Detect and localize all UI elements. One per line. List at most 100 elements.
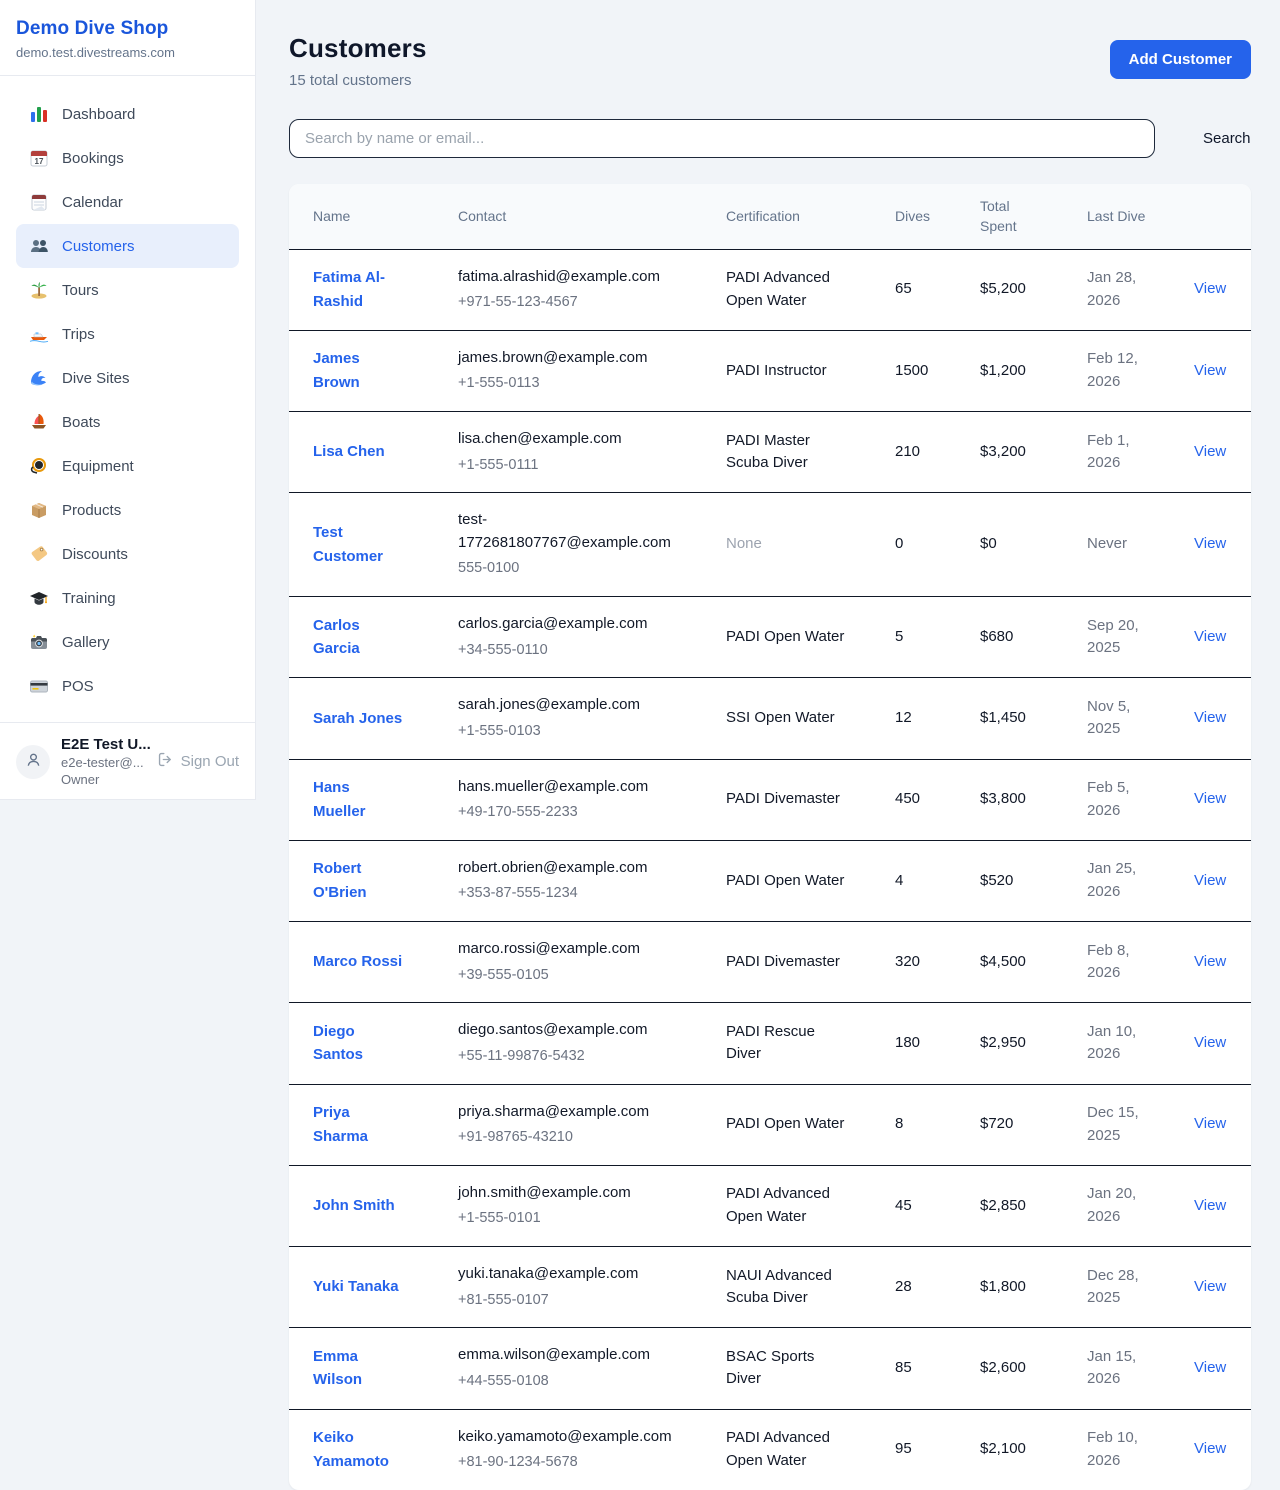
view-link[interactable]: View	[1194, 953, 1226, 970]
sidebar-item-label: Dashboard	[62, 106, 135, 123]
customer-phone: 555-0100	[458, 558, 686, 580]
customer-name-link[interactable]: John Smith	[313, 1197, 395, 1214]
view-link[interactable]: View	[1194, 1359, 1226, 1376]
table-row: Fatima Al-Rashid fatima.alrashid@example…	[289, 249, 1251, 330]
customer-name-link[interactable]: Robert O'Brien	[313, 860, 367, 901]
table-header-row: NameContactCertificationDivesTotal Spent…	[289, 184, 1251, 249]
sidebar-nav: Dashboard 17 Bookings Calendar Customers…	[0, 76, 255, 722]
view-link[interactable]: View	[1194, 1278, 1226, 1295]
sidebar-item-training[interactable]: Training	[16, 576, 239, 620]
sidebar-item-boats[interactable]: Boats	[16, 400, 239, 444]
products-icon	[29, 500, 49, 520]
sidebar-item-label: Tours	[62, 282, 99, 299]
column-header-certification: Certification	[726, 184, 895, 249]
view-link[interactable]: View	[1194, 709, 1226, 726]
table-row: Hans Mueller hans.mueller@example.com +4…	[289, 759, 1251, 840]
customer-name-link[interactable]: Lisa Chen	[313, 443, 385, 460]
table-row: Sarah Jones sarah.jones@example.com +1-5…	[289, 678, 1251, 759]
customer-last-dive: Feb 5, 2026	[1087, 759, 1194, 840]
sidebar-item-customers[interactable]: Customers	[16, 224, 239, 268]
sidebar-item-label: Dive Sites	[62, 370, 130, 387]
customer-name-link[interactable]: Sarah Jones	[313, 710, 402, 727]
add-customer-button[interactable]: Add Customer	[1110, 40, 1251, 79]
column-header-total-spent: Total Spent	[980, 184, 1087, 249]
dashboard-icon	[29, 104, 49, 124]
customer-total-spent: $680	[980, 597, 1087, 678]
customer-last-dive: Jan 25, 2026	[1087, 840, 1194, 921]
sidebar-item-label: Training	[62, 590, 116, 607]
column-header-name: Name	[289, 184, 458, 249]
sidebar-item-products[interactable]: Products	[16, 488, 239, 532]
customer-name-link[interactable]: Yuki Tanaka	[313, 1278, 399, 1295]
customer-name-link[interactable]: Priya Sharma	[313, 1104, 368, 1145]
view-link[interactable]: View	[1194, 872, 1226, 889]
customer-name-link[interactable]: Carlos Garcia	[313, 617, 360, 658]
customer-name-link[interactable]: Emma Wilson	[313, 1348, 362, 1389]
customer-name-link[interactable]: Test Customer	[313, 524, 383, 565]
view-link[interactable]: View	[1194, 362, 1226, 379]
sidebar-item-label: Trips	[62, 326, 95, 343]
customer-name-link[interactable]: Diego Santos	[313, 1023, 363, 1064]
customers-icon	[29, 236, 49, 256]
customer-dives: 45	[895, 1165, 980, 1246]
customer-phone: +34-555-0110	[458, 640, 686, 662]
view-link[interactable]: View	[1194, 535, 1226, 552]
customer-last-dive: Feb 8, 2026	[1087, 922, 1194, 1003]
sidebar-item-bookings[interactable]: 17 Bookings	[16, 136, 239, 180]
customer-email: james.brown@example.com	[458, 347, 686, 370]
view-link[interactable]: View	[1194, 1034, 1226, 1051]
customer-certification: PADI Open Water	[726, 840, 895, 921]
sign-out-button[interactable]: Sign Out	[157, 751, 239, 772]
sidebar-item-pos[interactable]: POS	[16, 664, 239, 708]
calendar-icon	[29, 192, 49, 212]
customer-dives: 12	[895, 678, 980, 759]
customer-name-link[interactable]: Fatima Al-Rashid	[313, 269, 385, 310]
customer-total-spent: $3,200	[980, 412, 1087, 493]
customer-total-spent: $1,450	[980, 678, 1087, 759]
customer-email: robert.obrien@example.com	[458, 857, 686, 880]
customer-email: emma.wilson@example.com	[458, 1344, 686, 1367]
customer-email: sarah.jones@example.com	[458, 694, 686, 717]
sidebar-item-label: Discounts	[62, 546, 128, 563]
user-email: e2e-tester@...	[61, 755, 151, 770]
customer-phone: +39-555-0105	[458, 965, 686, 987]
sidebar-item-calendar[interactable]: Calendar	[16, 180, 239, 224]
sidebar-item-dashboard[interactable]: Dashboard	[16, 92, 239, 136]
view-link[interactable]: View	[1194, 1440, 1226, 1457]
app-domain: demo.test.divestreams.com	[16, 45, 239, 60]
customer-email: lisa.chen@example.com	[458, 428, 686, 451]
customer-email: diego.santos@example.com	[458, 1019, 686, 1042]
customer-name-link[interactable]: Marco Rossi	[313, 953, 402, 970]
view-link[interactable]: View	[1194, 280, 1226, 297]
sidebar-item-trips[interactable]: Trips	[16, 312, 239, 356]
main-header: Customers 15 total customers Add Custome…	[289, 33, 1251, 89]
customer-total-spent: $5,200	[980, 249, 1087, 330]
view-link[interactable]: View	[1194, 628, 1226, 645]
sidebar-item-equipment[interactable]: Equipment	[16, 444, 239, 488]
sidebar-item-discounts[interactable]: Discounts	[16, 532, 239, 576]
search-row: Search	[289, 119, 1251, 158]
customer-certification: PADI Rescue Diver	[726, 1003, 895, 1084]
customer-name-link[interactable]: Hans Mueller	[313, 779, 366, 820]
customer-phone: +55-11-99876-5432	[458, 1046, 686, 1068]
sidebar-header: Demo Dive Shop demo.test.divestreams.com	[0, 0, 255, 76]
customer-dives: 180	[895, 1003, 980, 1084]
customer-email: yuki.tanaka@example.com	[458, 1263, 686, 1286]
view-link[interactable]: View	[1194, 1115, 1226, 1132]
customer-name-link[interactable]: Keiko Yamamoto	[313, 1429, 389, 1470]
sidebar-item-gallery[interactable]: Gallery	[16, 620, 239, 664]
view-link[interactable]: View	[1194, 1197, 1226, 1214]
search-button[interactable]: Search	[1201, 124, 1253, 153]
sidebar-item-tours[interactable]: Tours	[16, 268, 239, 312]
customer-total-spent: $0	[980, 493, 1087, 597]
view-link[interactable]: View	[1194, 790, 1226, 807]
customer-name-link[interactable]: James Brown	[313, 350, 360, 391]
table-row: Diego Santos diego.santos@example.com +5…	[289, 1003, 1251, 1084]
view-link[interactable]: View	[1194, 443, 1226, 460]
customer-phone: +44-555-0108	[458, 1371, 686, 1393]
person-icon	[24, 750, 43, 774]
column-header-last-dive: Last Dive	[1087, 184, 1194, 249]
sign-out-icon	[157, 751, 174, 772]
search-input[interactable]	[289, 119, 1155, 158]
sidebar-item-dive-sites[interactable]: Dive Sites	[16, 356, 239, 400]
